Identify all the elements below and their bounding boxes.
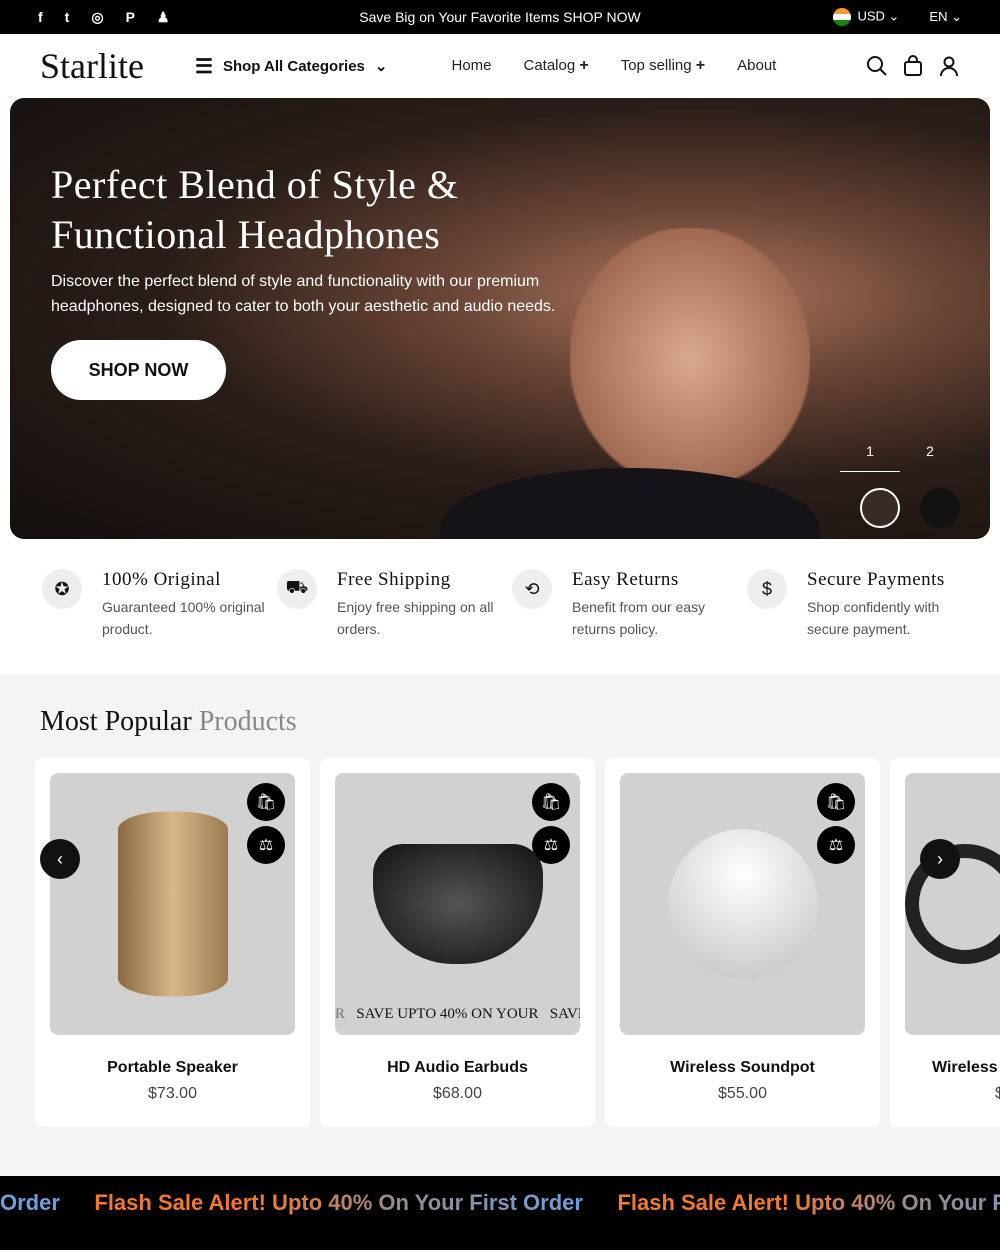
product-price: $73.00 bbox=[148, 1085, 197, 1102]
snapchat-icon[interactable]: ♟ bbox=[157, 9, 170, 26]
instagram-icon[interactable]: ◎ bbox=[91, 9, 103, 26]
box-return-icon: ⟲ bbox=[512, 569, 552, 609]
nav-label: Catalog bbox=[523, 57, 576, 74]
slide-pagination: 1 2 bbox=[840, 443, 960, 472]
flash-sale-marquee: Order Flash Sale Alert! Upto 40% On Your… bbox=[0, 1176, 1000, 1250]
promo-text[interactable]: Save Big on Your Favorite Items SHOP NOW bbox=[359, 9, 640, 25]
product-card[interactable]: 🛍 ⚖ Portable Speaker $73.00 bbox=[35, 758, 310, 1127]
product-image bbox=[372, 844, 543, 964]
feature-shipping: ⛟ Free Shipping Enjoy free shipping on all… bbox=[277, 569, 512, 674]
facebook-icon[interactable]: f bbox=[38, 9, 43, 26]
product-name[interactable]: Wireless Headphones bbox=[905, 1059, 1000, 1077]
truck-icon: ⛟ bbox=[277, 569, 317, 609]
slide-2-tab[interactable]: 2 bbox=[900, 443, 960, 472]
chevron-down-icon: ⌄ bbox=[374, 58, 388, 75]
feature-returns: ⟲ Easy Returns Benefit from our easy retur… bbox=[512, 569, 747, 674]
nav-top-selling[interactable]: Top selling + bbox=[621, 57, 705, 75]
compare-icon[interactable]: ⚖ bbox=[817, 826, 855, 864]
product-name[interactable]: Portable Speaker bbox=[50, 1059, 295, 1077]
feature-original: ✪ 100% Original Guaranteed 100% original p… bbox=[42, 569, 277, 674]
pinterest-icon[interactable]: P bbox=[126, 9, 135, 26]
hero-slider: Perfect Blend of Style & Functional Headp… bbox=[10, 98, 990, 539]
india-flag-icon bbox=[833, 8, 852, 26]
plus-icon: + bbox=[695, 57, 706, 74]
currency-select[interactable]: USD ⌄ bbox=[833, 8, 899, 26]
hero-title: Perfect Blend of Style & Functional Headp… bbox=[51, 162, 459, 257]
cart-bag-icon[interactable] bbox=[902, 55, 924, 77]
hero-image-body bbox=[440, 468, 820, 539]
product-card[interactable]: 🛍 ⚖ Wireless Soundpot $55.00 bbox=[605, 758, 880, 1127]
shop-all-categories-button[interactable]: ☰ Shop All Categories ⌄ bbox=[195, 54, 387, 79]
section-title: Most Popular Products bbox=[40, 706, 297, 737]
main-nav: Home Catalog + Top selling + About bbox=[451, 57, 776, 75]
compare-icon[interactable]: ⚖ bbox=[247, 826, 285, 864]
carousel-next-button[interactable]: › bbox=[920, 839, 960, 879]
plus-icon: + bbox=[579, 57, 589, 74]
search-icon[interactable] bbox=[866, 55, 888, 77]
currency-label: USD bbox=[857, 8, 885, 24]
shop-now-button[interactable]: SHOP NOW bbox=[51, 340, 226, 400]
flash-text: Order bbox=[0, 1190, 60, 1215]
product-name[interactable]: Wireless Soundpot bbox=[620, 1059, 865, 1077]
flash-text: Flash Sale Alert! Upto 40% On Your First… bbox=[617, 1190, 1000, 1216]
social-links: f t ◎ P ♟ bbox=[38, 9, 238, 26]
product-card[interactable]: 🛍⚖ R SAVE UPTO 40% ON YOUR SAVE HD Audio… bbox=[320, 758, 595, 1127]
site-header: Starlite ☰ Shop All Categories ⌄ Home Ca… bbox=[0, 34, 1000, 98]
hero-image-model bbox=[570, 228, 810, 488]
secure-payment-icon: $ bbox=[747, 569, 787, 609]
language-label: EN bbox=[929, 9, 948, 24]
product-name[interactable]: HD Audio Earbuds bbox=[335, 1059, 580, 1077]
product-price: $55.00 bbox=[718, 1085, 767, 1102]
language-select[interactable]: EN ⌄ bbox=[929, 9, 962, 25]
nav-about[interactable]: About bbox=[737, 57, 776, 75]
hero-description: Discover the perfect blend of style and … bbox=[51, 273, 556, 315]
twitter-icon[interactable]: t bbox=[65, 9, 70, 26]
product-image bbox=[117, 811, 228, 997]
features-row: ✪ 100% Original Guaranteed 100% original p… bbox=[0, 539, 1000, 674]
slide-thumb-1[interactable] bbox=[860, 488, 900, 528]
slide-thumb-2[interactable] bbox=[920, 488, 960, 528]
add-to-cart-icon[interactable]: 🛍 bbox=[532, 783, 570, 821]
nav-catalog[interactable]: Catalog + bbox=[524, 57, 589, 75]
carousel-prev-button[interactable]: ‹ bbox=[40, 839, 80, 879]
logo[interactable]: Starlite bbox=[40, 45, 195, 87]
flash-text: Flash Sale Alert! Upto 40% On Your First… bbox=[94, 1190, 583, 1215]
most-popular-section: Most Popular Products 🛍 ⚖ Portable Speake… bbox=[0, 674, 1000, 1176]
product-card[interactable]: Wireless Headphones $ bbox=[890, 758, 1000, 1127]
sale-marquee: R SAVE UPTO 40% ON YOUR SAVE bbox=[335, 1006, 580, 1022]
nav-label: Top selling bbox=[620, 57, 692, 74]
announcement-bar: f t ◎ P ♟ Save Big on Your Favorite Item… bbox=[0, 0, 1000, 34]
nav-home[interactable]: Home bbox=[451, 57, 491, 75]
add-to-cart-icon[interactable]: 🛍 bbox=[247, 783, 285, 821]
badge-icon: ✪ bbox=[42, 569, 82, 609]
add-to-cart-icon[interactable]: 🛍 bbox=[817, 783, 855, 821]
product-image bbox=[667, 829, 818, 979]
product-price: $ bbox=[995, 1085, 1000, 1102]
user-account-icon[interactable] bbox=[938, 55, 960, 77]
product-price: $68.00 bbox=[433, 1085, 482, 1102]
categories-label: Shop All Categories bbox=[222, 57, 365, 75]
hamburger-icon: ☰ bbox=[195, 55, 213, 78]
slide-1-tab[interactable]: 1 bbox=[840, 443, 900, 472]
feature-payments: $ Secure Payments Shop confidently with se… bbox=[747, 569, 982, 674]
